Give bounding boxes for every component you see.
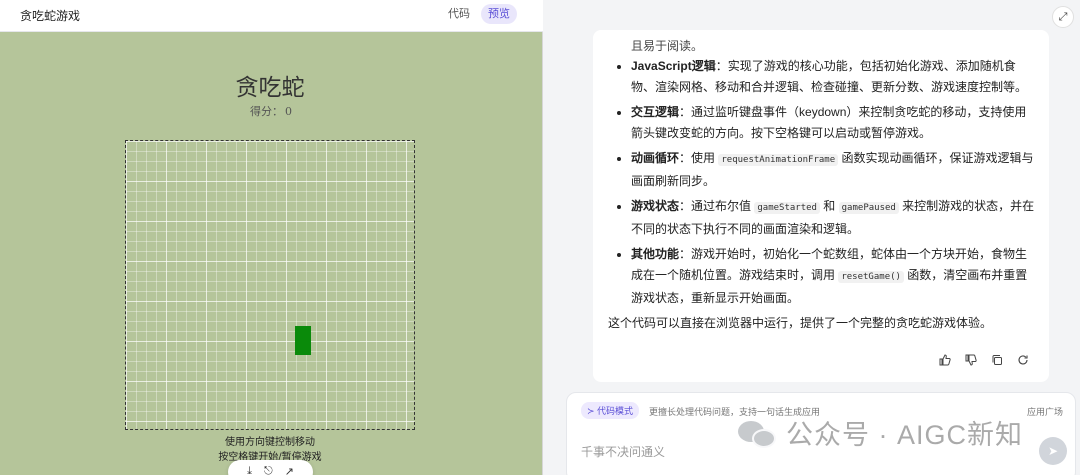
list-item: 交互逻辑：通过监听键盘事件（keydown）来控制贪吃蛇的移动，支持使用箭头键改… (631, 102, 1036, 144)
score-value: 0 (285, 105, 292, 118)
list-item-label: 动画循环 (631, 151, 680, 165)
preview-pane: 贪吃蛇游戏 代码 预览 贪吃蛇 得分： 0 使用方向键控制移动 按空格键开始/暂停… (0, 0, 543, 475)
thumbs-down-icon[interactable] (965, 354, 977, 366)
list-item-text: ：通过布尔值 (679, 199, 755, 213)
message-actions (939, 354, 1029, 366)
code-snippet: gameStarted (754, 202, 820, 214)
code-mode-badge[interactable]: ≻ 代码模式 (581, 402, 640, 419)
regenerate-icon[interactable] (1017, 354, 1029, 366)
open-external-icon[interactable]: ↗ (285, 465, 294, 475)
preview-title: 贪吃蛇游戏 (20, 9, 81, 23)
hint-arrow-keys: 使用方向键控制移动 (225, 437, 315, 448)
list-item-label: JavaScript逻辑 (631, 59, 716, 73)
list-item-label: 其他功能 (631, 247, 680, 261)
message-text-fragment: 且易于阅读。 (631, 39, 704, 53)
download-icon[interactable]: ⤓ (247, 465, 252, 475)
feature-list: JavaScript逻辑：实现了游戏的核心功能，包括初始化游戏、添加随机食物、渲… (608, 56, 1036, 309)
preview-toolbar: ⤓ ⎋ ↗ (228, 460, 313, 475)
watermark: 公众号 · AIGC新知 (738, 413, 1023, 452)
list-item-text: ：通过监听键盘事件（keydown）来控制贪吃蛇的移动，支持使用箭头键改变蛇的方… (631, 105, 1027, 140)
chat-input[interactable]: 千事不决问通义 (581, 443, 665, 460)
list-item: 动画循环：使用 requestAnimationFrame 函数实现动画循环，保… (631, 148, 1036, 192)
tab-preview[interactable]: 预览 (481, 4, 517, 24)
watermark-text: 公众号 · AIGC新知 (786, 420, 1024, 450)
list-item-label: 游戏状态 (631, 199, 680, 213)
message-content: 且易于阅读。 JavaScript逻辑：实现了游戏的核心功能，包括初始化游戏、添… (608, 36, 1036, 334)
snake-body (295, 326, 311, 355)
app-square-link[interactable]: 应用广场 (1027, 405, 1063, 418)
game-title: 贪吃蛇 (235, 75, 305, 101)
copy-icon[interactable] (991, 354, 1003, 366)
tab-code[interactable]: 代码 (441, 4, 477, 24)
share-icon[interactable]: ⎋ (264, 465, 273, 475)
assistant-message: 且易于阅读。 JavaScript逻辑：实现了游戏的核心功能，包括初始化游戏、添… (593, 30, 1049, 382)
game-board[interactable] (125, 140, 415, 430)
list-item-label: 交互逻辑 (631, 105, 680, 119)
code-snippet: resetGame() (838, 271, 904, 283)
summary-text: 这个代码可以直接在浏览器中运行，提供了一个完整的贪吃蛇游戏体验。 (608, 316, 993, 330)
code-snippet: requestAnimationFrame (718, 154, 839, 166)
score-display: 得分： 0 (0, 103, 540, 119)
wechat-logo-icon (738, 417, 778, 449)
list-item: 其他功能：游戏开始时，初始化一个蛇数组，蛇体由一个方块开始，食物生成在一个随机位… (631, 244, 1036, 309)
send-button[interactable]: ➤ (1039, 437, 1067, 465)
code-snippet: gamePaused (838, 202, 899, 214)
list-item-text: 和 (819, 199, 839, 213)
view-tabs: 代码 预览 (441, 4, 517, 24)
thumbs-up-icon[interactable] (939, 354, 951, 366)
expand-icon[interactable]: ⤢ (1052, 6, 1074, 28)
app-root: 贪吃蛇游戏 代码 预览 贪吃蛇 得分： 0 使用方向键控制移动 按空格键开始/暂停… (0, 0, 1080, 475)
list-item: 游戏状态：通过布尔值 gameStarted 和 gamePaused 来控制游… (631, 196, 1036, 240)
chat-pane: ⤢ 且易于阅读。 JavaScript逻辑：实现了游戏的核心功能，包括初始化游戏… (543, 0, 1080, 475)
preview-header: 贪吃蛇游戏 代码 预览 (0, 0, 543, 32)
list-item: JavaScript逻辑：实现了游戏的核心功能，包括初始化游戏、添加随机食物、渲… (631, 56, 1036, 98)
score-label: 得分： (250, 105, 283, 118)
list-item-text: ：使用 (679, 151, 719, 165)
